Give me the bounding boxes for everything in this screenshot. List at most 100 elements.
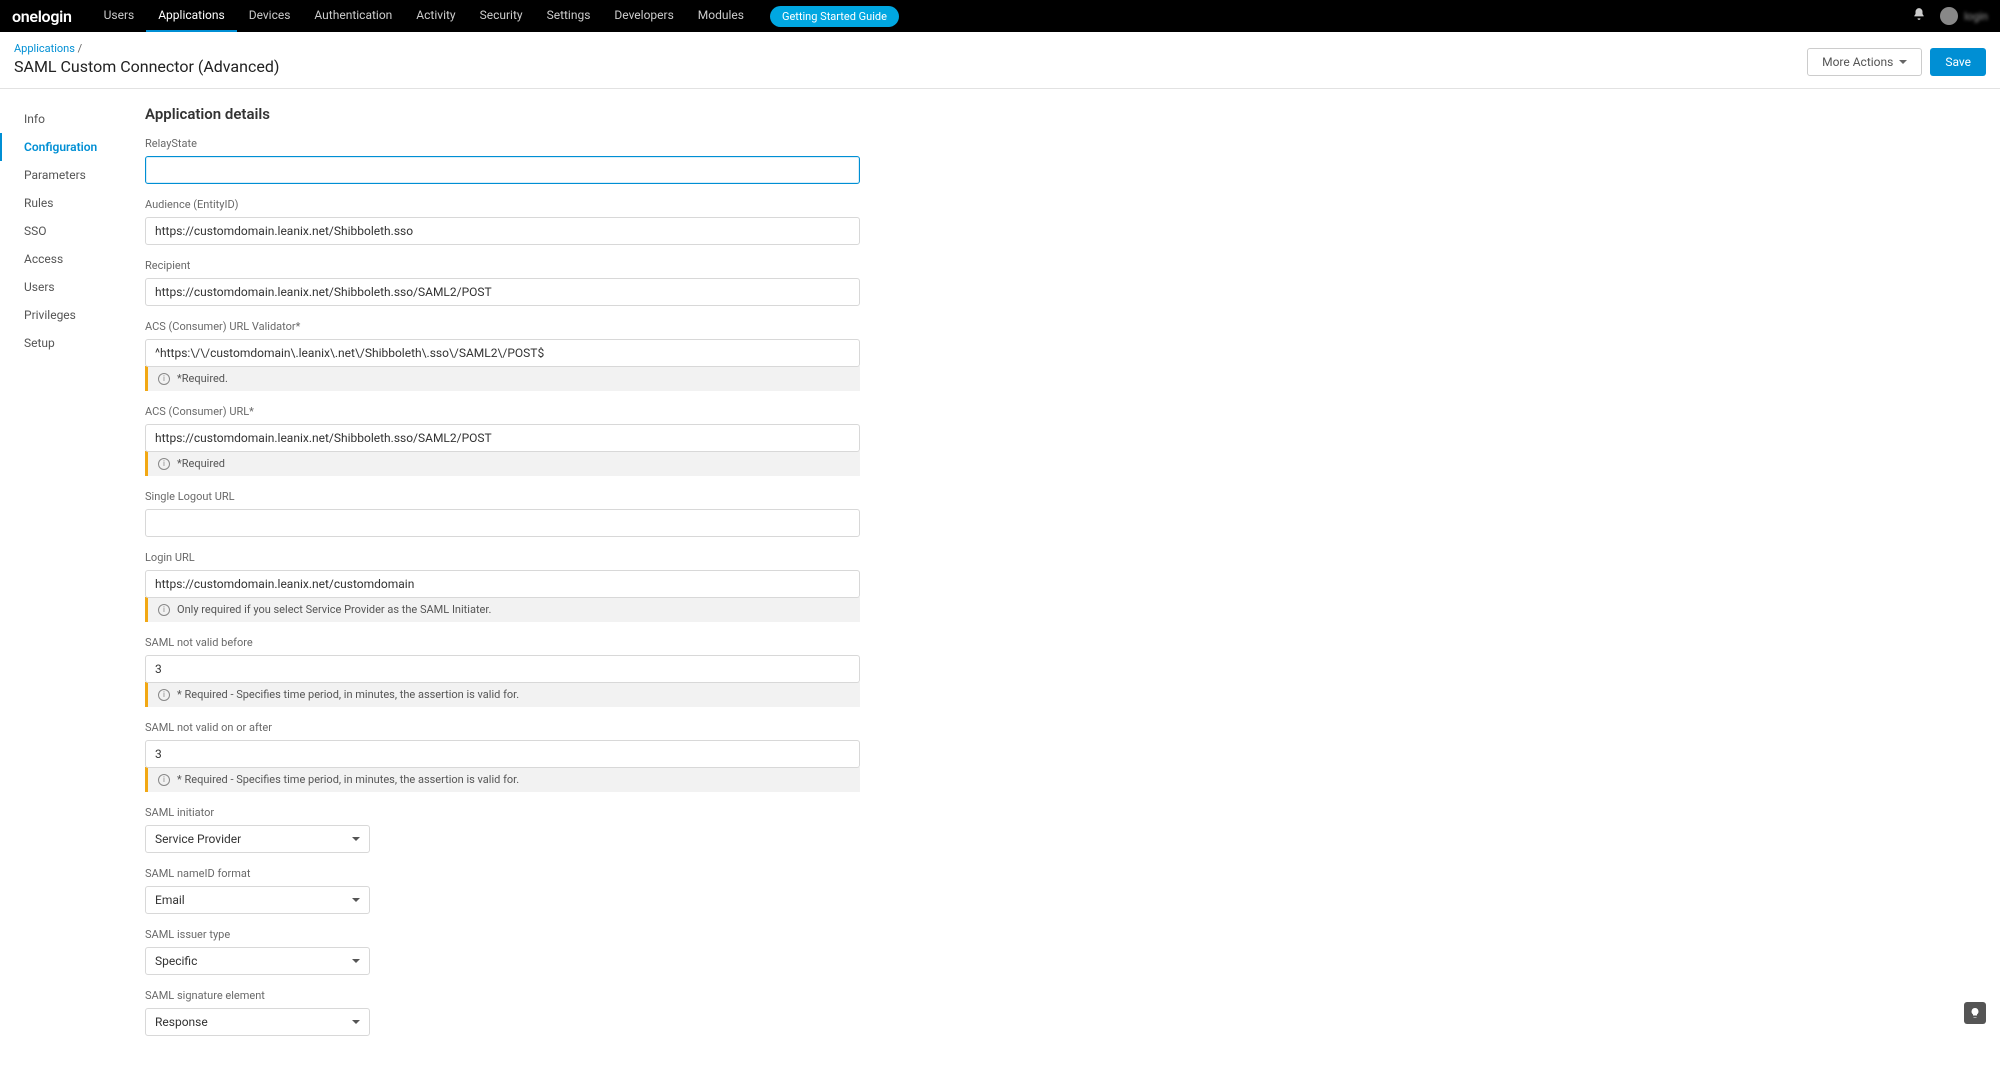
not-after-input[interactable] bbox=[145, 740, 860, 768]
save-button[interactable]: Save bbox=[1930, 48, 1986, 76]
audience-input[interactable] bbox=[145, 217, 860, 245]
brand-logo: onelogin bbox=[12, 7, 72, 26]
recipient-label: Recipient bbox=[145, 259, 860, 272]
acs-url-hint: i *Required bbox=[145, 451, 860, 476]
not-before-hint-text: * Required - Specifies time period, in m… bbox=[177, 688, 519, 701]
lightbulb-icon bbox=[1969, 1007, 1981, 1019]
nav-activity[interactable]: Activity bbox=[404, 0, 467, 32]
sidebar-item-privileges[interactable]: Privileges bbox=[0, 301, 145, 329]
layout: Info Configuration Parameters Rules SSO … bbox=[0, 89, 2000, 1090]
field-slo-url: Single Logout URL bbox=[145, 490, 860, 537]
topnav-items: Users Applications Devices Authenticatio… bbox=[92, 0, 899, 32]
acs-validator-label: ACS (Consumer) URL Validator* bbox=[145, 320, 860, 333]
nav-authentication[interactable]: Authentication bbox=[302, 0, 404, 32]
subheader: Applications / SAML Custom Connector (Ad… bbox=[0, 32, 2000, 89]
user-menu[interactable]: login bbox=[1940, 7, 1988, 25]
caret-down-icon bbox=[352, 959, 360, 963]
field-not-after: SAML not valid on or after i * Required … bbox=[145, 721, 860, 792]
subheader-actions: More Actions Save bbox=[1807, 48, 1986, 76]
saml-initiator-label: SAML initiator bbox=[145, 806, 860, 819]
saml-signature-value: Response bbox=[155, 1015, 208, 1029]
saml-nameid-label: SAML nameID format bbox=[145, 867, 860, 880]
nav-devices[interactable]: Devices bbox=[237, 0, 303, 32]
field-recipient: Recipient bbox=[145, 259, 860, 306]
saml-issuer-value: Specific bbox=[155, 954, 197, 968]
nav-users[interactable]: Users bbox=[92, 0, 147, 32]
nav-security[interactable]: Security bbox=[468, 0, 535, 32]
sidebar-item-info[interactable]: Info bbox=[0, 105, 145, 133]
saml-issuer-label: SAML issuer type bbox=[145, 928, 860, 941]
login-url-hint: i Only required if you select Service Pr… bbox=[145, 597, 860, 622]
field-saml-signature: SAML signature element Response bbox=[145, 989, 860, 1036]
field-saml-nameid: SAML nameID format Email bbox=[145, 867, 860, 914]
caret-down-icon bbox=[352, 898, 360, 902]
page-title: SAML Custom Connector (Advanced) bbox=[14, 57, 1807, 76]
notifications-icon[interactable] bbox=[1912, 7, 1926, 25]
sidebar-item-users[interactable]: Users bbox=[0, 273, 145, 301]
nav-settings[interactable]: Settings bbox=[535, 0, 603, 32]
sidebar-item-parameters[interactable]: Parameters bbox=[0, 161, 145, 189]
relaystate-label: RelayState bbox=[145, 137, 860, 150]
saml-issuer-select[interactable]: Specific bbox=[145, 947, 370, 975]
login-url-label: Login URL bbox=[145, 551, 860, 564]
nav-applications[interactable]: Applications bbox=[146, 0, 236, 32]
topnav-right: login bbox=[1912, 7, 1988, 25]
breadcrumb: Applications / bbox=[14, 42, 1807, 55]
not-before-input[interactable] bbox=[145, 655, 860, 683]
saml-nameid-value: Email bbox=[155, 893, 185, 907]
main-content: Application details RelayState Audience … bbox=[145, 89, 1345, 1090]
not-after-label: SAML not valid on or after bbox=[145, 721, 860, 734]
acs-url-label: ACS (Consumer) URL* bbox=[145, 405, 860, 418]
recipient-input[interactable] bbox=[145, 278, 860, 306]
nav-developers[interactable]: Developers bbox=[602, 0, 685, 32]
acs-validator-hint: i *Required. bbox=[145, 366, 860, 391]
info-icon: i bbox=[158, 458, 170, 470]
saml-signature-label: SAML signature element bbox=[145, 989, 860, 1002]
saml-nameid-select[interactable]: Email bbox=[145, 886, 370, 914]
field-relaystate: RelayState bbox=[145, 137, 860, 184]
info-icon: i bbox=[158, 373, 170, 385]
acs-validator-hint-text: *Required. bbox=[177, 372, 228, 385]
info-icon: i bbox=[158, 689, 170, 701]
login-url-hint-text: Only required if you select Service Prov… bbox=[177, 603, 491, 616]
slo-url-input[interactable] bbox=[145, 509, 860, 537]
acs-validator-input[interactable] bbox=[145, 339, 860, 367]
not-before-label: SAML not valid before bbox=[145, 636, 860, 649]
more-actions-label: More Actions bbox=[1822, 55, 1893, 69]
caret-down-icon bbox=[352, 1020, 360, 1024]
more-actions-button[interactable]: More Actions bbox=[1807, 48, 1922, 76]
caret-down-icon bbox=[352, 837, 360, 841]
info-icon: i bbox=[158, 604, 170, 616]
acs-url-hint-text: *Required bbox=[177, 457, 225, 470]
saml-initiator-select[interactable]: Service Provider bbox=[145, 825, 370, 853]
breadcrumb-parent[interactable]: Applications bbox=[14, 42, 75, 55]
sidebar-item-configuration[interactable]: Configuration bbox=[0, 133, 145, 161]
field-login-url: Login URL i Only required if you select … bbox=[145, 551, 860, 622]
field-audience: Audience (EntityID) bbox=[145, 198, 860, 245]
field-saml-initiator: SAML initiator Service Provider bbox=[145, 806, 860, 853]
field-saml-issuer: SAML issuer type Specific bbox=[145, 928, 860, 975]
help-button[interactable] bbox=[1964, 1002, 1986, 1024]
sidebar-item-rules[interactable]: Rules bbox=[0, 189, 145, 217]
field-acs-validator: ACS (Consumer) URL Validator* i *Require… bbox=[145, 320, 860, 391]
caret-down-icon bbox=[1899, 60, 1907, 64]
saml-signature-select[interactable]: Response bbox=[145, 1008, 370, 1036]
relaystate-input[interactable] bbox=[145, 156, 860, 184]
sidebar-item-setup[interactable]: Setup bbox=[0, 329, 145, 357]
not-before-hint: i * Required - Specifies time period, in… bbox=[145, 682, 860, 707]
breadcrumb-sep: / bbox=[78, 42, 83, 55]
login-url-input[interactable] bbox=[145, 570, 860, 598]
sidebar: Info Configuration Parameters Rules SSO … bbox=[0, 89, 145, 1090]
sidebar-item-sso[interactable]: SSO bbox=[0, 217, 145, 245]
user-label: login bbox=[1964, 10, 1988, 23]
slo-url-label: Single Logout URL bbox=[145, 490, 860, 503]
acs-url-input[interactable] bbox=[145, 424, 860, 452]
nav-modules[interactable]: Modules bbox=[686, 0, 756, 32]
field-acs-url: ACS (Consumer) URL* i *Required bbox=[145, 405, 860, 476]
field-not-before: SAML not valid before i * Required - Spe… bbox=[145, 636, 860, 707]
saml-initiator-value: Service Provider bbox=[155, 832, 241, 846]
getting-started-guide-button[interactable]: Getting Started Guide bbox=[770, 6, 899, 27]
not-after-hint-text: * Required - Specifies time period, in m… bbox=[177, 773, 519, 786]
sidebar-item-access[interactable]: Access bbox=[0, 245, 145, 273]
info-icon: i bbox=[158, 774, 170, 786]
